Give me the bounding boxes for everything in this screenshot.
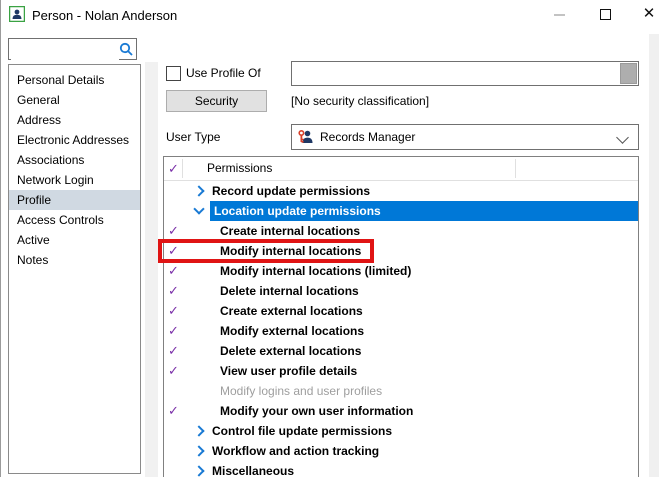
security-classification-label: [No security classification] <box>291 94 430 108</box>
selected-row-highlight: Location update permissions <box>210 201 638 221</box>
minimize-icon <box>553 13 565 16</box>
tree-row-view-user-profile-details[interactable]: ✓ View user profile details <box>164 361 638 381</box>
tree-row-modify-internal-locations[interactable]: ✓ Modify internal locations <box>164 241 638 261</box>
person-dialog: Person - Nolan Anderson ✕ Personal Detai… <box>0 0 665 477</box>
user-type-label: User Type <box>166 130 221 144</box>
sidebar-search[interactable] <box>8 38 137 60</box>
title-bar: Person - Nolan Anderson ✕ <box>1 0 665 30</box>
chevron-right-icon[interactable] <box>193 425 205 437</box>
tree-header[interactable]: ✓ Permissions <box>164 157 638 181</box>
tree-row-workflow-and-action-tracking[interactable]: Workflow and action tracking <box>164 441 638 461</box>
sidebar-item-active[interactable]: Active <box>9 230 140 250</box>
search-icon[interactable] <box>118 41 134 57</box>
profile-of-field[interactable] <box>291 61 639 86</box>
section-list: Personal Details General Address Electro… <box>8 64 141 474</box>
sidebar-item-address[interactable]: Address <box>9 110 140 130</box>
tree-header-label: Permissions <box>207 161 273 175</box>
sidebar-item-access-controls[interactable]: Access Controls <box>9 210 140 230</box>
header-column-divider <box>515 159 516 178</box>
maximize-button[interactable] <box>588 0 622 28</box>
checkmark-icon: ✓ <box>168 343 179 358</box>
profile-of-input[interactable] <box>294 64 618 83</box>
user-type-dropdown[interactable]: Records Manager <box>291 124 639 150</box>
minimize-button <box>542 0 576 28</box>
chevron-down-icon[interactable] <box>616 131 629 144</box>
checkmark-icon: ✓ <box>168 363 179 378</box>
checkmark-icon: ✓ <box>168 403 179 418</box>
sidebar-item-personal-details[interactable]: Personal Details <box>9 70 140 90</box>
checkmark-icon: ✓ <box>168 161 179 176</box>
sidebar-item-general[interactable]: General <box>9 90 140 110</box>
tree-row-modify-your-own-user-information[interactable]: ✓ Modify your own user information <box>164 401 638 421</box>
checkmark-icon: ✓ <box>168 303 179 318</box>
checkmark-icon: ✓ <box>168 223 179 238</box>
tree-row-control-file-update-permissions[interactable]: Control file update permissions <box>164 421 638 441</box>
header-column-divider <box>182 159 183 178</box>
sidebar-item-associations[interactable]: Associations <box>9 150 140 170</box>
tree-row-delete-external-locations[interactable]: ✓ Delete external locations <box>164 341 638 361</box>
checkmark-icon: ✓ <box>168 243 179 258</box>
sidebar-item-electronic-addresses[interactable]: Electronic Addresses <box>9 130 140 150</box>
use-profile-of-label: Use Profile Of <box>186 66 261 80</box>
tree-row-miscellaneous[interactable]: Miscellaneous <box>164 461 638 477</box>
window-title: Person - Nolan Anderson <box>32 8 178 23</box>
tree-row-create-internal-locations[interactable]: ✓ Create internal locations <box>164 221 638 241</box>
sidebar-item-notes[interactable]: Notes <box>9 250 140 270</box>
search-input[interactable] <box>11 40 119 60</box>
tree-row-delete-internal-locations[interactable]: ✓ Delete internal locations <box>164 281 638 301</box>
checkmark-icon: ✓ <box>168 283 179 298</box>
tree-row-create-external-locations[interactable]: ✓ Create external locations <box>164 301 638 321</box>
sidebar-item-profile[interactable]: Profile <box>9 190 140 210</box>
tree-row-modify-internal-locations-limited[interactable]: ✓ Modify internal locations (limited) <box>164 261 638 281</box>
chevron-down-icon[interactable] <box>193 203 205 215</box>
right-margin-strip <box>649 34 659 477</box>
use-profile-of-checkbox[interactable] <box>166 66 181 81</box>
tree-row-modify-external-locations[interactable]: ✓ Modify external locations <box>164 321 638 341</box>
checkmark-icon: ✓ <box>168 323 179 338</box>
chevron-right-icon[interactable] <box>193 185 205 197</box>
permissions-tree: ✓ Permissions Record update permissions … <box>163 156 639 477</box>
close-button[interactable]: ✕ <box>632 0 665 28</box>
chevron-right-icon[interactable] <box>193 445 205 457</box>
maximize-icon <box>599 9 611 21</box>
records-manager-icon <box>298 129 314 145</box>
chevron-right-icon[interactable] <box>193 465 205 477</box>
sidebar-item-network-login[interactable]: Network Login <box>9 170 140 190</box>
tree-row-modify-logins-and-user-profiles[interactable]: Modify logins and user profiles <box>164 381 638 401</box>
checkmark-icon: ✓ <box>168 263 179 278</box>
tree-row-location-update-permissions[interactable]: Location update permissions <box>164 201 638 221</box>
panel-gap-strip <box>145 62 158 477</box>
user-type-value: Records Manager <box>320 130 416 144</box>
person-badge-icon <box>8 5 26 23</box>
lookup-button[interactable] <box>620 63 637 84</box>
tree-row-record-update-permissions[interactable]: Record update permissions <box>164 181 638 201</box>
security-button[interactable]: Security <box>166 90 267 112</box>
